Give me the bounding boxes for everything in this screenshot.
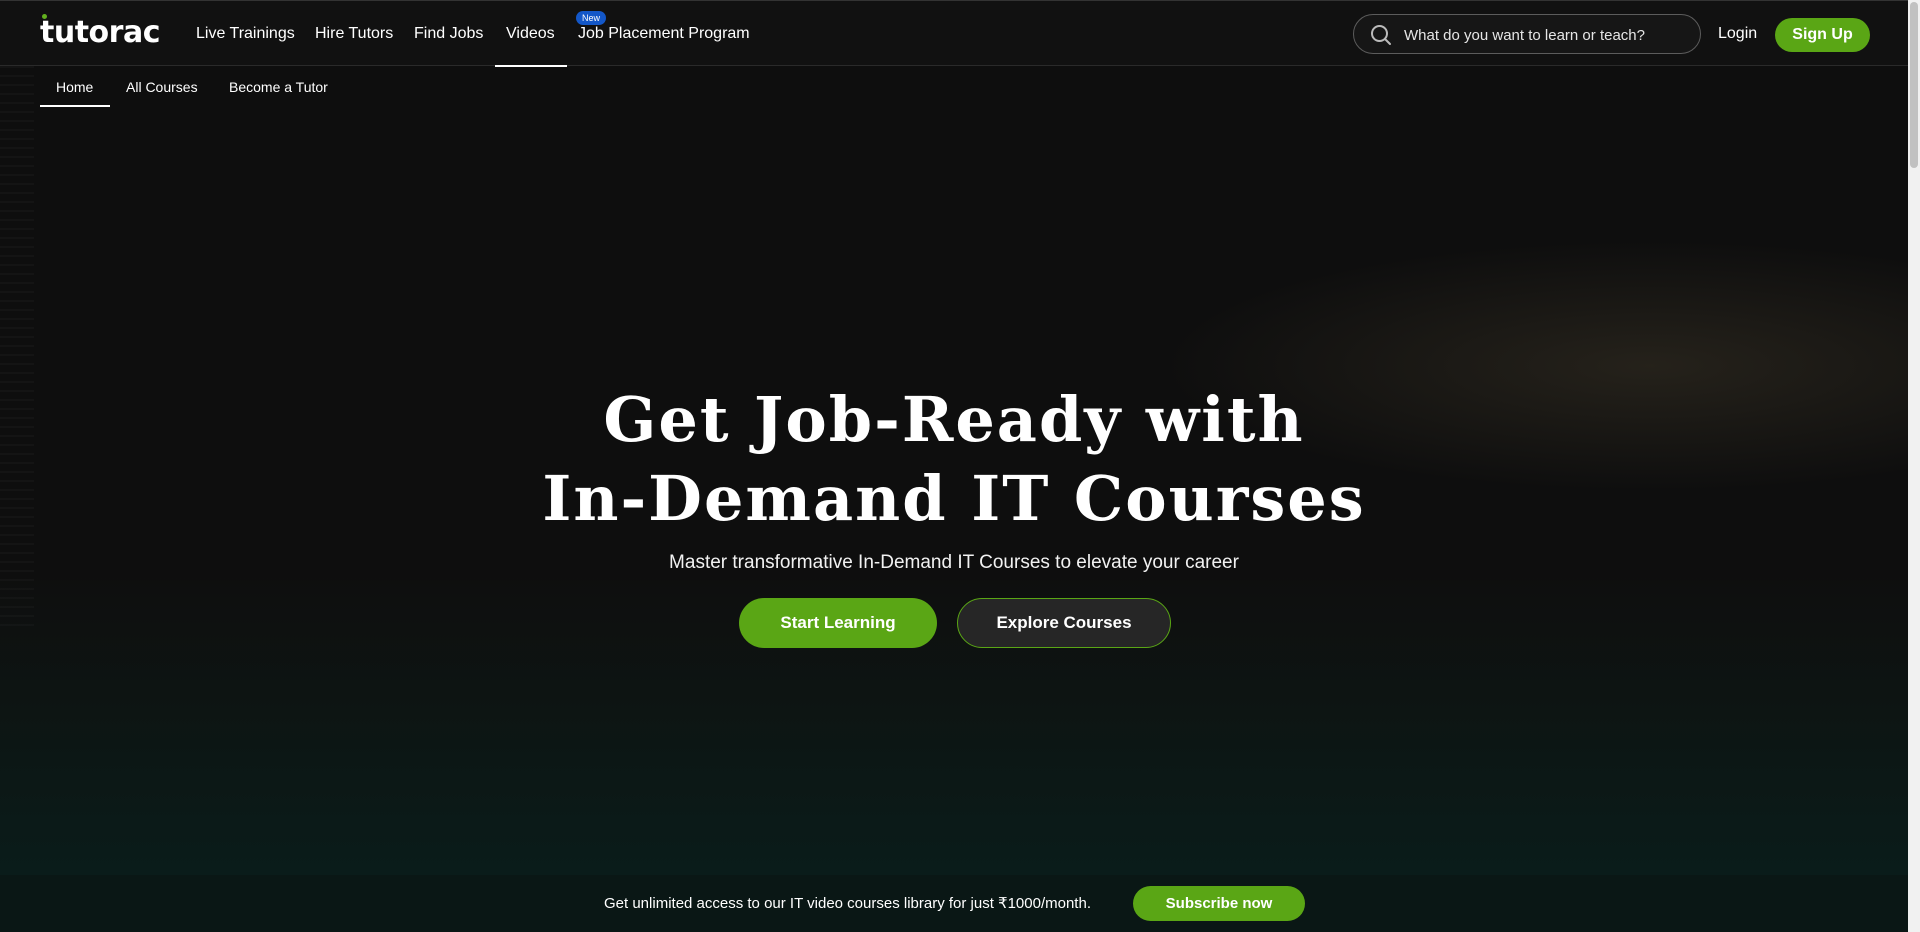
nav-find-jobs[interactable]: Find Jobs [414,1,483,66]
banner-text: Get unlimited access to our IT video cou… [604,895,1091,912]
nav-videos[interactable]: Videos [495,1,567,67]
search-box[interactable] [1353,14,1701,55]
search-input[interactable] [1402,15,1686,55]
search-icon [1371,25,1391,45]
subnav-all-courses[interactable]: All Courses [126,66,198,107]
hero-title-line-2: In-Demand IT Courses [542,462,1366,535]
top-header: tutorac Live Trainings Hire Tutors Find … [0,0,1908,67]
login-link[interactable]: Login [1718,1,1757,66]
nav-live-trainings[interactable]: Live Trainings [196,1,295,66]
subnav-home[interactable]: Home [56,66,93,107]
subscribe-now-button[interactable]: Subscribe now [1133,886,1305,921]
hero-subtitle: Master transformative In-Demand IT Cours… [669,552,1239,573]
nav-hire-tutors[interactable]: Hire Tutors [315,1,393,66]
subnav-active-indicator [40,105,110,107]
subnav-become-a-tutor[interactable]: Become a Tutor [229,66,328,107]
subscription-banner: Get unlimited access to our IT video cou… [0,875,1908,932]
nav-job-placement-program[interactable]: Job Placement Program [578,1,750,66]
scrollbar-thumb[interactable] [1910,2,1918,168]
signup-button[interactable]: Sign Up [1775,18,1870,52]
hero-title-line-1: Get Job-Ready with [603,383,1305,456]
background-pattern [0,66,34,626]
logo[interactable]: tutorac [40,15,160,50]
start-learning-button[interactable]: Start Learning [739,598,937,648]
explore-courses-button[interactable]: Explore Courses [957,598,1171,648]
